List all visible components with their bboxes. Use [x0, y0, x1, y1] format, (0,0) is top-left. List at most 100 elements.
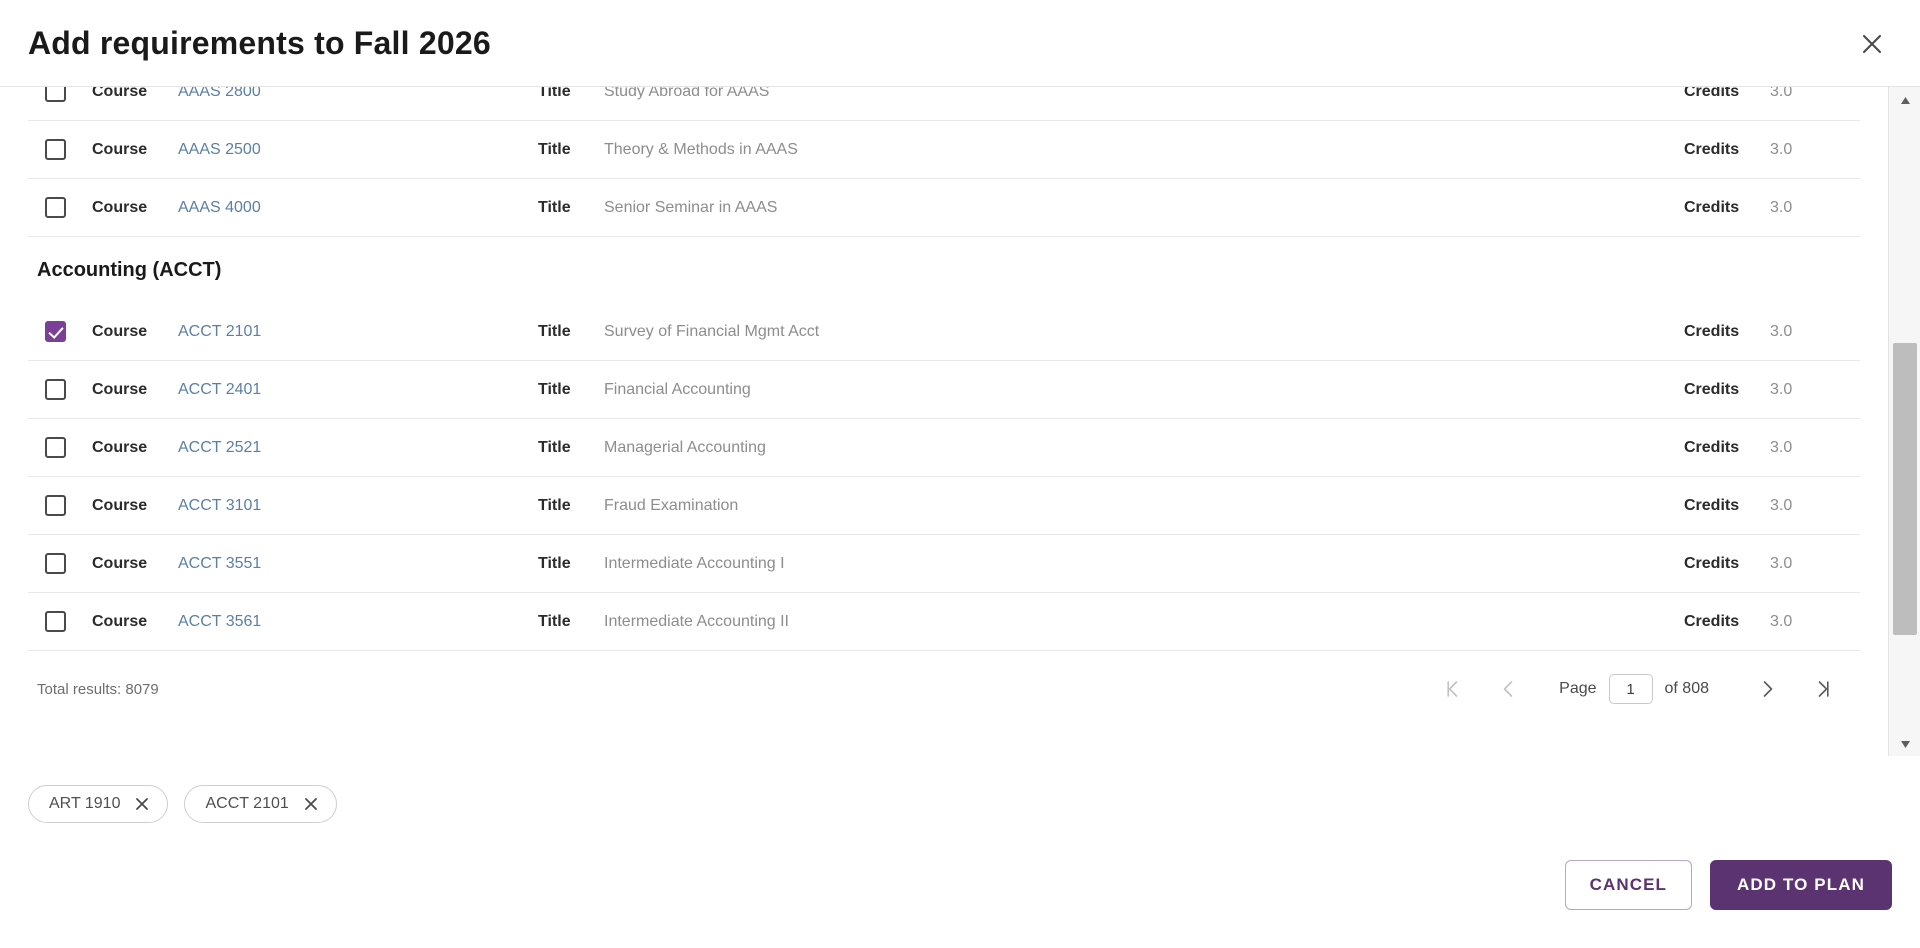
row-checkbox-cell: [28, 197, 92, 218]
table-row[interactable]: Course ACCT 3551 Title Intermediate Acco…: [28, 535, 1860, 593]
close-icon: [1860, 32, 1884, 56]
cancel-button[interactable]: CANCEL: [1564, 860, 1693, 910]
row-checkbox[interactable]: [45, 139, 66, 160]
course-code-link[interactable]: ACCT 3551: [178, 555, 538, 573]
course-code-link[interactable]: AAAS 2500: [178, 141, 538, 159]
title-label: Title: [538, 554, 571, 572]
previous-page-button[interactable]: [1481, 667, 1537, 711]
course-code-link[interactable]: AAAS 2800: [178, 87, 538, 101]
course-label: Course: [92, 380, 148, 398]
course-title: Senior Seminar in AAAS: [604, 198, 778, 216]
scroll-down-arrow-icon[interactable]: [1889, 731, 1920, 756]
credits-label: Credits: [1684, 612, 1740, 630]
row-checkbox-cell: [28, 139, 92, 160]
course-code-link[interactable]: ACCT 2521: [178, 439, 538, 457]
title-label: Title: [538, 198, 571, 216]
table-row[interactable]: Course ACCT 2101 Title Survey of Financi…: [28, 303, 1860, 361]
credits-label: Credits: [1684, 554, 1740, 572]
list-scrollbar[interactable]: [1888, 87, 1920, 756]
course-code-link[interactable]: ACCT 3561: [178, 613, 538, 631]
title-label: Title: [538, 438, 571, 456]
page-title: Add requirements to Fall 2026: [28, 24, 491, 61]
add-to-plan-button[interactable]: ADD TO PLAN: [1710, 860, 1892, 910]
chip-label: ART 1910: [49, 795, 121, 812]
row-checkbox-cell: [28, 553, 92, 574]
course-title: Managerial Accounting: [604, 438, 766, 456]
first-page-icon: [1442, 678, 1464, 700]
course-code-link[interactable]: AAAS 4000: [178, 199, 538, 217]
credits-label: Credits: [1684, 380, 1740, 398]
course-label: Course: [92, 496, 148, 514]
credits-label: Credits: [1684, 140, 1740, 158]
course-title: Theory & Methods in AAAS: [604, 140, 798, 158]
row-checkbox[interactable]: [45, 197, 66, 218]
course-title: Survey of Financial Mgmt Acct: [604, 322, 820, 340]
previous-page-icon: [1498, 678, 1520, 700]
course-credits: 3.0: [1770, 438, 1793, 456]
course-code-link[interactable]: ACCT 3101: [178, 497, 538, 515]
row-checkbox-cell: [28, 321, 92, 342]
row-checkbox[interactable]: [45, 87, 66, 102]
course-code-link[interactable]: ACCT 2401: [178, 381, 538, 399]
row-checkbox[interactable]: [45, 379, 66, 400]
next-page-button[interactable]: [1739, 667, 1795, 711]
scrollbar-thumb[interactable]: [1893, 343, 1917, 635]
credits-label: Credits: [1684, 496, 1740, 514]
course-title: Intermediate Accounting I: [604, 554, 785, 572]
scroll-up-arrow-icon[interactable]: [1889, 87, 1920, 113]
course-label: Course: [92, 87, 148, 100]
row-checkbox-cell: [28, 379, 92, 400]
title-label: Title: [538, 380, 571, 398]
title-label: Title: [538, 140, 571, 158]
pagination-controls: Page of 808: [1425, 667, 1851, 711]
selected-courses-bar: ART 1910 ACCT 2101: [0, 756, 1920, 832]
row-checkbox[interactable]: [45, 553, 66, 574]
section-heading-accounting: Accounting (ACCT): [37, 258, 222, 281]
scrollbar-track[interactable]: [1889, 113, 1920, 731]
total-results-text: Total results: 8079: [37, 680, 159, 698]
row-checkbox-cell: [28, 87, 92, 102]
course-credits: 3.0: [1770, 140, 1793, 158]
credits-label: Credits: [1684, 198, 1740, 216]
modal-header: Add requirements to Fall 2026: [0, 0, 1920, 86]
course-code-link[interactable]: ACCT 2101: [178, 323, 538, 341]
page-total-label: of 808: [1664, 680, 1709, 697]
course-credits: 3.0: [1770, 496, 1793, 514]
course-credits: 3.0: [1770, 554, 1793, 572]
table-row[interactable]: Course AAAS 2800 Title Study Abroad for …: [28, 87, 1860, 121]
course-credits: 3.0: [1770, 612, 1793, 630]
selected-course-chip: ACCT 2101: [184, 785, 337, 823]
first-page-button[interactable]: [1425, 667, 1481, 711]
course-list-viewport: Course AAAS 2800 Title Study Abroad for …: [0, 87, 1888, 756]
last-page-button[interactable]: [1795, 667, 1851, 711]
course-label: Course: [92, 438, 148, 456]
course-title: Financial Accounting: [604, 380, 751, 398]
close-button[interactable]: [1850, 22, 1894, 66]
table-row[interactable]: Course ACCT 3101 Title Fraud Examination…: [28, 477, 1860, 535]
course-credits: 3.0: [1770, 380, 1793, 398]
table-row[interactable]: Course ACCT 2401 Title Financial Account…: [28, 361, 1860, 419]
row-checkbox[interactable]: [45, 495, 66, 516]
course-credits: 3.0: [1770, 87, 1793, 100]
row-checkbox[interactable]: [45, 611, 66, 632]
credits-label: Credits: [1684, 322, 1740, 340]
row-checkbox[interactable]: [45, 321, 66, 342]
course-list-region: Course AAAS 2800 Title Study Abroad for …: [0, 86, 1920, 756]
course-label: Course: [92, 554, 148, 572]
course-list: Course AAAS 2800 Title Study Abroad for …: [28, 87, 1860, 723]
add-requirements-modal: Add requirements to Fall 2026 Course AAA…: [0, 0, 1920, 948]
chip-label: ACCT 2101: [205, 795, 289, 812]
table-row[interactable]: Course AAAS 4000 Title Senior Seminar in…: [28, 179, 1860, 237]
table-row[interactable]: Course ACCT 3561 Title Intermediate Acco…: [28, 593, 1860, 651]
row-checkbox-cell: [28, 495, 92, 516]
course-label: Course: [92, 612, 148, 630]
course-label: Course: [92, 140, 148, 158]
remove-icon[interactable]: [303, 796, 319, 812]
remove-icon[interactable]: [134, 796, 150, 812]
page-number-input[interactable]: [1608, 674, 1653, 704]
table-row[interactable]: Course AAAS 2500 Title Theory & Methods …: [28, 121, 1860, 179]
table-row[interactable]: Course ACCT 2521 Title Managerial Accoun…: [28, 419, 1860, 477]
title-label: Title: [538, 322, 571, 340]
course-label: Course: [92, 198, 148, 216]
row-checkbox[interactable]: [45, 437, 66, 458]
